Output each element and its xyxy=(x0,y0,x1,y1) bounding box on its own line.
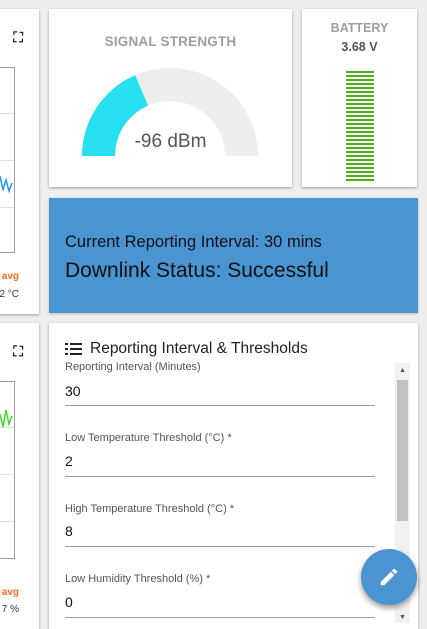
input-underline xyxy=(65,405,375,406)
edit-pencil-icon xyxy=(380,568,398,586)
battery-segment xyxy=(346,135,374,137)
high-temp-threshold-input[interactable]: 8 xyxy=(65,523,73,539)
battery-segment xyxy=(346,71,374,73)
avg-value: 2 °C xyxy=(0,289,19,300)
battery-segment xyxy=(346,131,374,133)
battery-segment xyxy=(346,79,374,81)
humidity-chart xyxy=(0,381,15,559)
fullscreen-icon[interactable]: ⛶ xyxy=(13,29,23,46)
low-temp-threshold-input[interactable]: 2 xyxy=(65,453,73,469)
signal-strength-card: SIGNAL STRENGTH -96 dBm xyxy=(49,9,292,187)
signal-gauge xyxy=(82,68,258,156)
battery-segment xyxy=(346,147,374,149)
avg-label: avg xyxy=(1,271,19,282)
battery-segment xyxy=(346,103,374,105)
input-underline xyxy=(65,546,375,547)
battery-segment xyxy=(346,75,374,77)
battery-segment xyxy=(346,123,374,125)
scroll-up-arrow[interactable]: ▲ xyxy=(395,367,410,374)
status-panel: Current Reporting Interval: 30 mins Down… xyxy=(49,198,418,313)
battery-segment xyxy=(346,87,374,89)
reporting-interval-input[interactable]: 30 xyxy=(65,383,81,399)
battery-segment xyxy=(346,175,374,177)
input-underline xyxy=(65,617,375,618)
battery-segment xyxy=(346,95,374,97)
battery-segment xyxy=(346,119,374,121)
high-temp-threshold-label: High Temperature Threshold (°C) * xyxy=(65,503,235,515)
battery-segment xyxy=(346,107,374,109)
temperature-series-line xyxy=(0,175,13,194)
avg-value: 7 % xyxy=(1,604,19,615)
battery-segment xyxy=(346,143,374,145)
low-temp-threshold-label: Low Temperature Threshold (°C) * xyxy=(65,432,232,444)
low-humidity-threshold-input[interactable]: 0 xyxy=(65,594,73,610)
battery-segment xyxy=(346,155,374,157)
temperature-chart-card: ⛶ avg 2 °C xyxy=(0,9,39,314)
downlink-status: Downlink Status: Successful xyxy=(65,259,329,282)
battery-level-bars xyxy=(346,71,374,183)
humidity-chart-card: ⛶ avg 7 % xyxy=(0,323,39,629)
battery-segment xyxy=(346,139,374,141)
battery-segment xyxy=(346,159,374,161)
fullscreen-icon[interactable]: ⛶ xyxy=(13,343,23,360)
battery-voltage: 3.68 V xyxy=(341,40,378,54)
settings-title: Reporting Interval & Thresholds xyxy=(65,340,308,358)
battery-segment xyxy=(346,83,374,85)
input-underline xyxy=(65,476,375,477)
battery-segment xyxy=(346,111,374,113)
battery-segment xyxy=(346,127,374,129)
reporting-interval-label: Reporting Interval (Minutes) xyxy=(65,361,201,373)
battery-card: BATTERY 3.68 V xyxy=(302,9,417,187)
battery-segment xyxy=(346,91,374,93)
current-reporting-interval: Current Reporting Interval: 30 mins xyxy=(65,233,322,251)
settings-title-text: Reporting Interval & Thresholds xyxy=(90,340,308,357)
humidity-series-line xyxy=(0,409,13,428)
scroll-down-arrow[interactable]: ▼ xyxy=(395,614,410,621)
edit-button[interactable] xyxy=(361,549,417,605)
battery-segment xyxy=(346,115,374,117)
battery-segment xyxy=(346,167,374,169)
battery-segment xyxy=(346,163,374,165)
battery-segment xyxy=(346,151,374,153)
avg-label: avg xyxy=(1,587,19,598)
low-humidity-threshold-label: Low Humidity Threshold (%) * xyxy=(65,573,211,585)
battery-segment xyxy=(346,171,374,173)
signal-strength-value: -96 dBm xyxy=(134,131,207,152)
temperature-chart xyxy=(0,67,15,253)
battery-segment xyxy=(346,179,374,181)
battery-label: BATTERY xyxy=(330,21,389,35)
battery-segment xyxy=(346,99,374,101)
list-icon xyxy=(65,343,82,355)
scroll-thumb[interactable] xyxy=(397,380,408,521)
